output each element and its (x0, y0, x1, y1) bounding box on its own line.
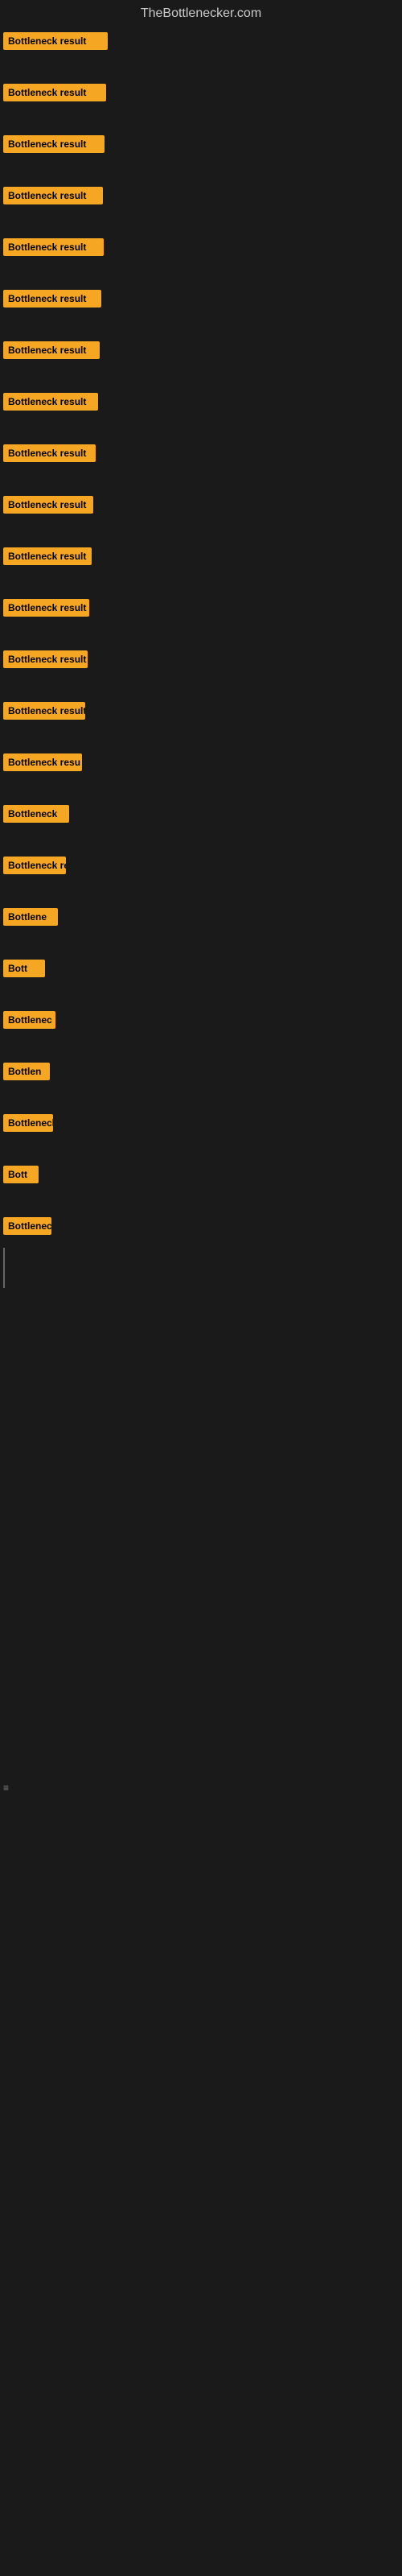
spacer-23 (0, 1188, 402, 1212)
bottleneck-badge-15[interactable]: Bottleneck resu (3, 753, 82, 771)
empty-section-2 (0, 1797, 402, 2521)
bottleneck-badge-1[interactable]: Bottleneck result (3, 32, 108, 50)
bottleneck-row-11: Bottleneck result (0, 543, 402, 570)
bottleneck-badge-24[interactable]: Bottlenec (3, 1217, 51, 1235)
bottleneck-badge-19[interactable]: Bott (3, 960, 45, 977)
spacer-5 (0, 261, 402, 285)
bottleneck-row-21: Bottlen (0, 1058, 402, 1085)
spacer-19 (0, 982, 402, 1006)
bottleneck-row-22: Bottleneck (0, 1109, 402, 1137)
bottleneck-badge-4[interactable]: Bottleneck result (3, 187, 103, 204)
bottleneck-badge-3[interactable]: Bottleneck result (3, 135, 105, 153)
spacer-7 (0, 364, 402, 388)
bottleneck-row-23: Bott (0, 1161, 402, 1188)
spacer-22 (0, 1137, 402, 1161)
bottleneck-row-5: Bottleneck result (0, 233, 402, 261)
spacer-2 (0, 106, 402, 130)
bottleneck-badge-13[interactable]: Bottleneck result (3, 650, 88, 668)
spacer-13 (0, 673, 402, 697)
spacer-15 (0, 776, 402, 800)
bottleneck-row-20: Bottlenec (0, 1006, 402, 1034)
bottleneck-row-9: Bottleneck result (0, 440, 402, 467)
bottleneck-row-10: Bottleneck result (0, 491, 402, 518)
bottleneck-badge-14[interactable]: Bottleneck result (3, 702, 85, 720)
separator-line (3, 1248, 5, 1288)
bottleneck-badge-9[interactable]: Bottleneck result (3, 444, 96, 462)
bottleneck-row-1: Bottleneck result (0, 27, 402, 55)
bottleneck-row-24: Bottlenec (0, 1212, 402, 1240)
bottleneck-row-3: Bottleneck result (0, 130, 402, 158)
site-title: TheBottlenecker.com (0, 0, 402, 27)
spacer-20 (0, 1034, 402, 1058)
spacer-8 (0, 415, 402, 440)
bottleneck-badge-5[interactable]: Bottleneck result (3, 238, 104, 256)
spacer-11 (0, 570, 402, 594)
spacer-4 (0, 209, 402, 233)
bottleneck-row-17: Bottleneck re (0, 852, 402, 879)
bottleneck-badge-2[interactable]: Bottleneck result (3, 84, 106, 101)
bottleneck-row-2: Bottleneck result (0, 79, 402, 106)
bottleneck-row-14: Bottleneck result (0, 697, 402, 724)
bottleneck-row-19: Bott (0, 955, 402, 982)
bottleneck-row-15: Bottleneck resu (0, 749, 402, 776)
spacer-3 (0, 158, 402, 182)
bottleneck-badge-7[interactable]: Bottleneck result (3, 341, 100, 359)
bottleneck-badge-11[interactable]: Bottleneck result (3, 547, 92, 565)
spacer-12 (0, 621, 402, 646)
spacer-16 (0, 828, 402, 852)
bottom-marker: ≡ (0, 1779, 402, 1797)
spacer-10 (0, 518, 402, 543)
spacer-1 (0, 55, 402, 79)
bottleneck-badge-6[interactable]: Bottleneck result (3, 290, 101, 308)
spacer-18 (0, 931, 402, 955)
bottleneck-badge-12[interactable]: Bottleneck result (3, 599, 89, 617)
spacer-14 (0, 724, 402, 749)
bottleneck-badge-18[interactable]: Bottlene (3, 908, 58, 926)
bottleneck-row-13: Bottleneck result (0, 646, 402, 673)
bottleneck-badge-16[interactable]: Bottleneck (3, 805, 69, 823)
bottleneck-badge-22[interactable]: Bottleneck (3, 1114, 53, 1132)
bottleneck-badge-20[interactable]: Bottlenec (3, 1011, 55, 1029)
spacer-17 (0, 879, 402, 903)
spacer-21 (0, 1085, 402, 1109)
bottleneck-row-4: Bottleneck result (0, 182, 402, 209)
bottleneck-badge-10[interactable]: Bottleneck result (3, 496, 93, 514)
spacer-9 (0, 467, 402, 491)
empty-section-1 (0, 1296, 402, 1779)
bottleneck-row-8: Bottleneck result (0, 388, 402, 415)
bottleneck-badge-21[interactable]: Bottlen (3, 1063, 50, 1080)
bottleneck-row-18: Bottlene (0, 903, 402, 931)
bottleneck-row-7: Bottleneck result (0, 336, 402, 364)
bottleneck-badge-23[interactable]: Bott (3, 1166, 39, 1183)
bottleneck-row-16: Bottleneck (0, 800, 402, 828)
bottleneck-row-6: Bottleneck result (0, 285, 402, 312)
bottleneck-row-12: Bottleneck result (0, 594, 402, 621)
bottleneck-badge-8[interactable]: Bottleneck result (3, 393, 98, 411)
spacer-6 (0, 312, 402, 336)
bottleneck-badge-17[interactable]: Bottleneck re (3, 857, 66, 874)
